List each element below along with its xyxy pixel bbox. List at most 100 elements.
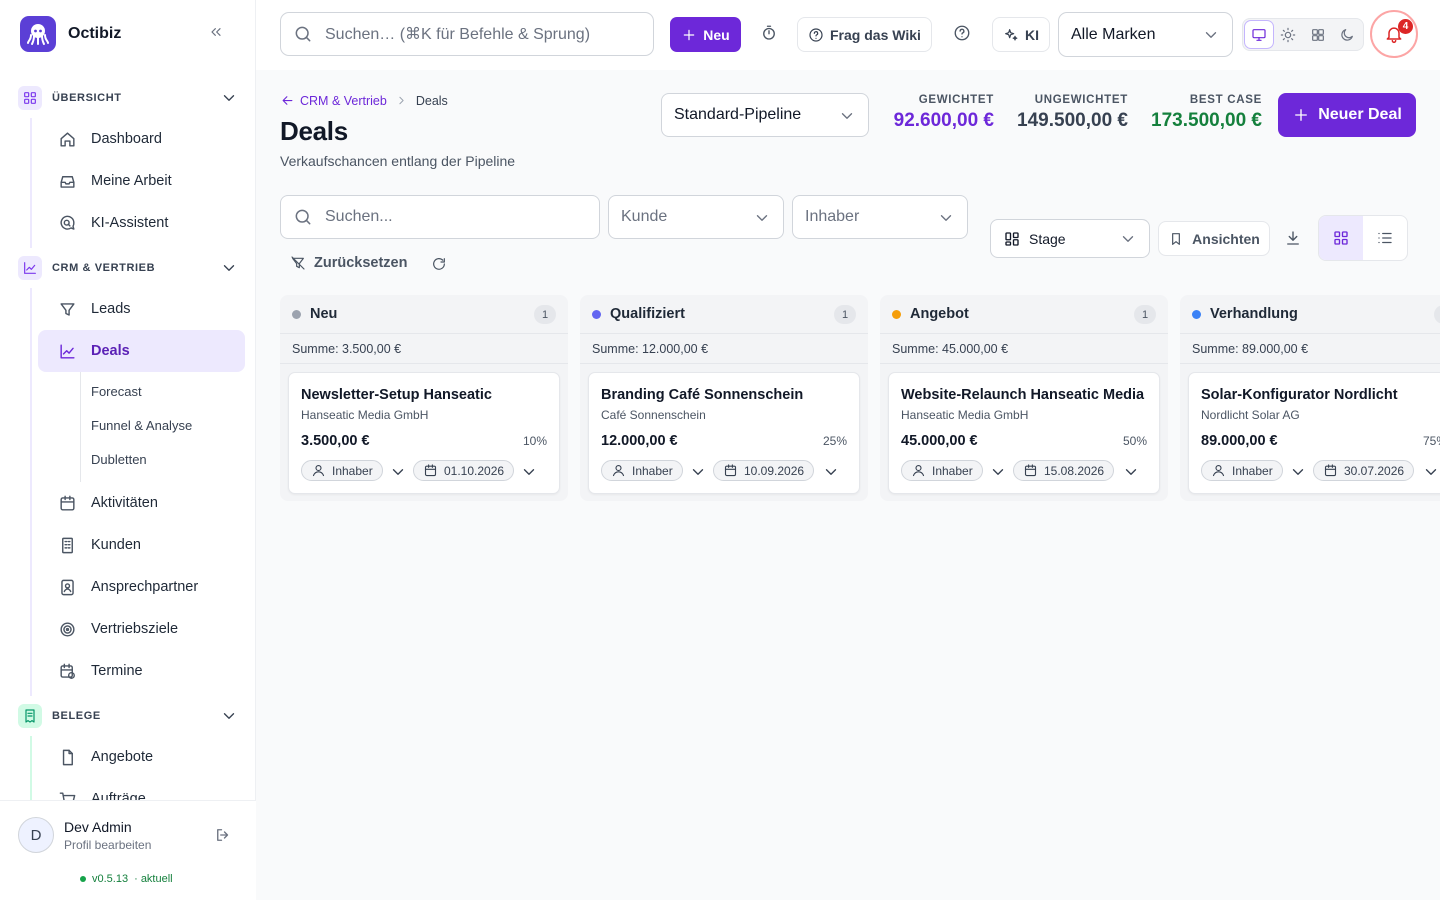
owner-chip[interactable]: Inhaber: [1201, 460, 1283, 481]
bookmark-icon: [1172, 232, 1181, 245]
stage-dot: [292, 309, 301, 319]
sidebar-item-customers[interactable]: Kunden: [38, 524, 245, 566]
chevron-down-icon[interactable]: [1122, 463, 1140, 481]
column-qualified: Qualifiziert 1 Summe: 12.000,00 € Brandi…: [580, 295, 868, 501]
close-date-chip[interactable]: 10.09.2026: [713, 460, 815, 481]
sidebar-item-contacts[interactable]: Ansprechpartner: [38, 566, 245, 608]
chevron-down-icon[interactable]: [822, 463, 840, 481]
home-icon: [60, 131, 75, 147]
board-view-button[interactable]: [1319, 216, 1363, 260]
logout-button[interactable]: [214, 826, 232, 844]
chevron-down-icon[interactable]: [689, 463, 707, 481]
new-button[interactable]: Neu: [670, 17, 741, 52]
sidebar-item-orders[interactable]: Aufträge: [38, 778, 245, 800]
owner-chip[interactable]: Inhaber: [901, 460, 983, 481]
reset-filters-button[interactable]: Zurücksetzen: [290, 255, 407, 271]
wiki-button[interactable]: Frag das Wiki: [797, 17, 932, 52]
new-deal-button[interactable]: Neuer Deal: [1278, 93, 1416, 137]
avatar[interactable]: D: [18, 817, 54, 853]
page-subtitle: Verkaufschancen entlang der Pipeline: [280, 153, 516, 169]
column-count-badge: 1: [834, 305, 856, 324]
sidebar-item-activities[interactable]: Aktivitäten: [38, 482, 245, 524]
notifications-button[interactable]: 4: [1370, 10, 1418, 58]
sidebar: Octibiz ÜBERSICHT Dashboard Meine Arbeit: [0, 0, 256, 900]
section-documents[interactable]: BELEGE: [0, 696, 256, 736]
deal-title: Solar-Konfigurator Nordlicht: [1201, 387, 1398, 403]
owner-chip[interactable]: Inhaber: [601, 460, 683, 481]
sidebar-subitem-forecast[interactable]: Forecast: [81, 374, 256, 408]
sidebar-item-leads[interactable]: Leads: [38, 288, 245, 330]
chevron-down-icon: [223, 265, 235, 271]
section-crm[interactable]: CRM & VERTRIEB: [0, 248, 256, 288]
help-button[interactable]: [953, 24, 971, 42]
column-header: Angebot 1: [880, 295, 1168, 334]
sidebar-item-deals[interactable]: Deals: [38, 330, 245, 372]
sidebar-subitem-duplicates[interactable]: Dubletten: [81, 442, 256, 476]
chevron-down-icon[interactable]: [1422, 463, 1440, 481]
sparkles-icon: [1005, 28, 1018, 41]
theme-layout-button[interactable]: [1304, 21, 1332, 48]
close-date-chip[interactable]: 30.07.2026: [1313, 460, 1415, 481]
brand-select[interactable]: Alle Marken: [1058, 12, 1233, 57]
version-info: v0.5.13 · aktuell: [80, 873, 173, 885]
pipeline-select[interactable]: Standard-Pipeline: [661, 93, 869, 137]
deal-search-input[interactable]: Suchen...: [280, 195, 600, 239]
close-date-chip[interactable]: 01.10.2026: [413, 460, 515, 481]
theme-system-button[interactable]: [1245, 21, 1273, 48]
sidebar-item-my-work[interactable]: Meine Arbeit: [38, 160, 245, 202]
owner-filter[interactable]: Inhaber: [792, 195, 968, 239]
chart-icon: [18, 256, 42, 280]
column-count-badge: 1: [1434, 305, 1440, 324]
deal-card[interactable]: Website-Relaunch Hanseatic Media Hanseat…: [888, 372, 1160, 494]
column-new: Neu 1 Summe: 3.500,00 € Newsletter-Setup…: [280, 295, 568, 501]
deal-card[interactable]: Solar-Konfigurator Nordlicht Nordlicht S…: [1188, 372, 1440, 494]
saved-views-button[interactable]: Ansichten: [1158, 221, 1270, 256]
deal-card[interactable]: Branding Café Sonnenschein Café Sonnensc…: [588, 372, 860, 494]
theme-light-button[interactable]: [1275, 21, 1303, 48]
notification-count-badge: 4: [1398, 19, 1413, 34]
refresh-button[interactable]: [431, 256, 447, 272]
deal-value: 12.000,00 €: [601, 433, 678, 449]
edit-profile-link[interactable]: Profil bearbeiten: [64, 838, 151, 852]
search-icon: [295, 209, 311, 225]
list-view-button[interactable]: [1363, 216, 1407, 260]
ai-button[interactable]: KI: [992, 17, 1050, 52]
sidebar-item-ai-assistant[interactable]: KI-Assistent: [38, 202, 245, 244]
grid-icon: [1334, 231, 1348, 245]
deal-title: Newsletter-Setup Hanseatic: [301, 387, 492, 403]
chevron-down-icon[interactable]: [989, 463, 1007, 481]
deal-card[interactable]: Newsletter-Setup Hanseatic Hanseatic Med…: [288, 372, 560, 494]
sidebar-item-quotes[interactable]: Angebote: [38, 736, 245, 778]
customer-filter[interactable]: Kunde: [608, 195, 784, 239]
column-header: Qualifiziert 1: [580, 295, 868, 334]
calendar-icon: [724, 464, 737, 477]
chevron-down-icon[interactable]: [520, 463, 538, 481]
collapse-sidebar-button[interactable]: [208, 24, 224, 40]
stage-dot: [1192, 309, 1201, 319]
brand[interactable]: Octibiz: [20, 16, 121, 52]
sidebar-item-appointments[interactable]: Termine: [38, 650, 245, 692]
group-by-select[interactable]: Stage: [990, 219, 1150, 258]
sidebar-item-dashboard[interactable]: Dashboard: [38, 118, 245, 160]
global-search-input[interactable]: Suchen… (⌘K für Befehle & Sprung): [280, 12, 654, 56]
theme-dark-button[interactable]: [1334, 21, 1362, 48]
column-sum: Summe: 89.000,00 €: [1180, 334, 1440, 364]
stage-dot: [892, 309, 901, 319]
sidebar-subitem-funnel[interactable]: Funnel & Analyse: [81, 408, 256, 442]
chevron-down-icon[interactable]: [389, 463, 407, 481]
owner-chip[interactable]: Inhaber: [301, 460, 383, 481]
monitor-icon: [1252, 28, 1266, 41]
chevron-down-icon: [756, 215, 768, 221]
timer-button[interactable]: [760, 24, 778, 42]
column-sum: Summe: 45.000,00 €: [880, 334, 1168, 364]
help-circle-icon: [809, 27, 823, 42]
target-icon: [60, 621, 75, 637]
export-button[interactable]: [1284, 229, 1302, 247]
sidebar-item-sales-goals[interactable]: Vertriebsziele: [38, 608, 245, 650]
chevron-down-icon: [841, 113, 853, 119]
section-overview[interactable]: ÜBERSICHT: [0, 78, 256, 118]
breadcrumb: CRM & Vertrieb Deals: [280, 93, 448, 108]
close-date-chip[interactable]: 15.08.2026: [1013, 460, 1115, 481]
chevron-down-icon[interactable]: [1289, 463, 1307, 481]
breadcrumb-back-link[interactable]: CRM & Vertrieb: [280, 93, 387, 108]
